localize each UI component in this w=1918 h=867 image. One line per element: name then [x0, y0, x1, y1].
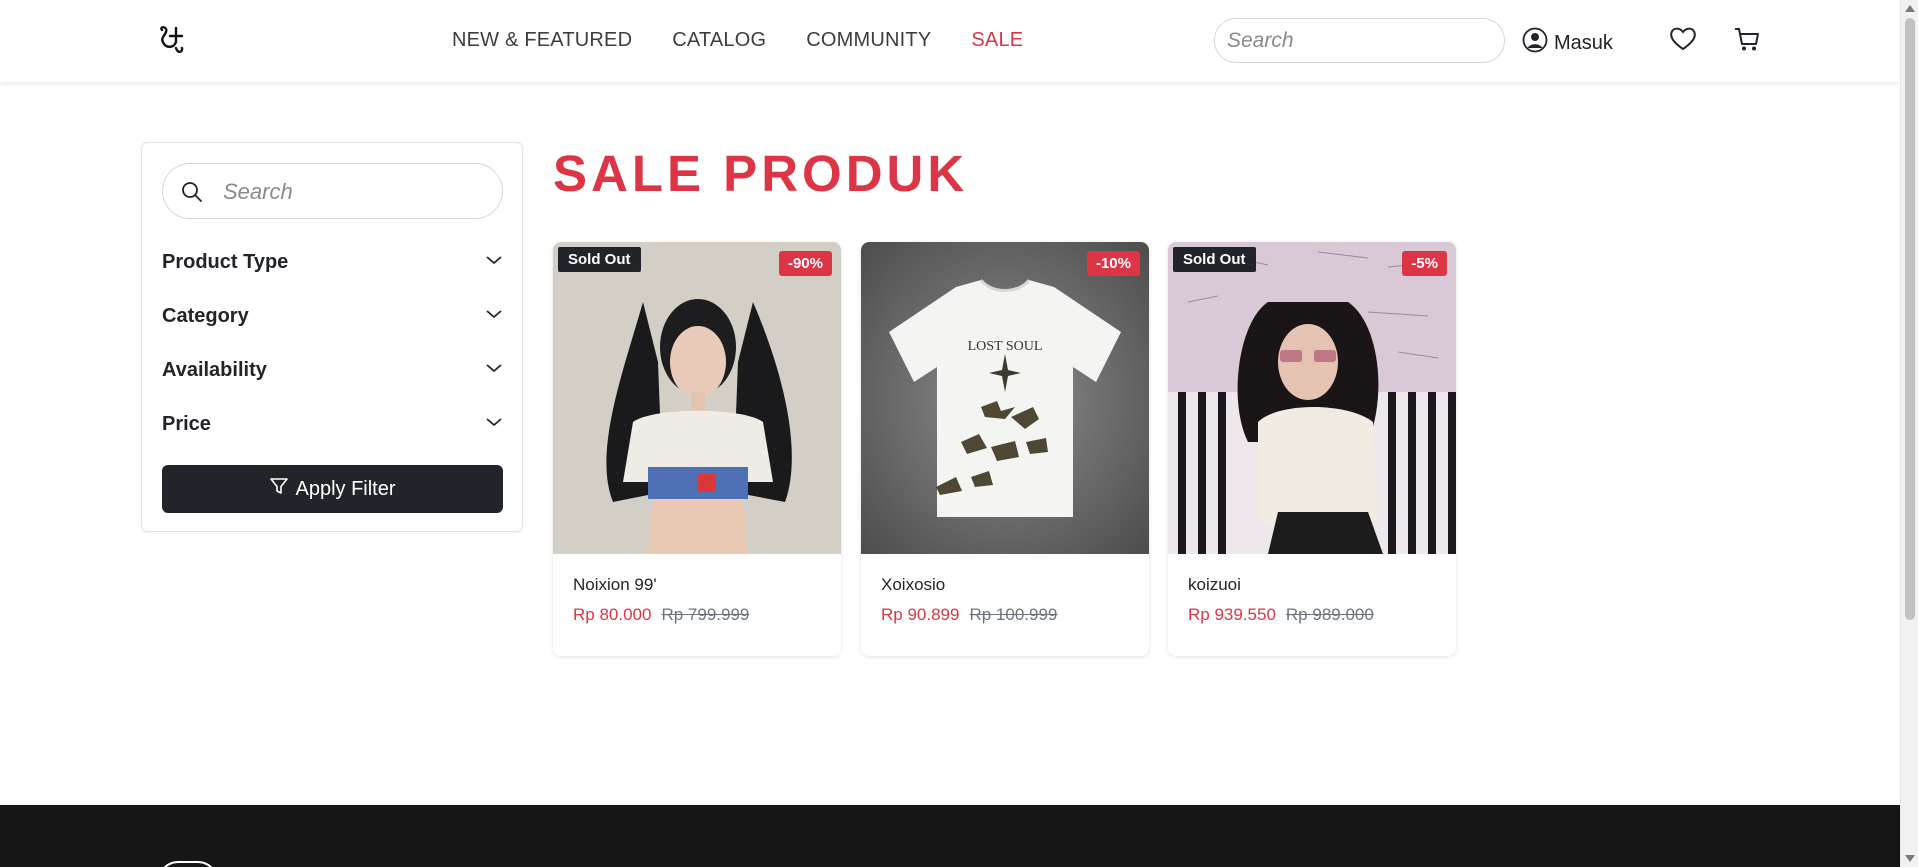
product-card[interactable]: Sold Out -5% koizuoi Rp 939.550 Rp 989.0… [1168, 242, 1456, 656]
filter-search-box[interactable] [162, 163, 503, 219]
scroll-down-arrow-icon[interactable] [1905, 855, 1915, 862]
filter-availability[interactable]: Availability [162, 355, 503, 385]
product-prices: Rp 80.000 Rp 799.999 [573, 605, 749, 625]
filter-sidebar: Product Type Category Availability Price… [141, 142, 523, 532]
filter-funnel-icon [269, 476, 289, 502]
sold-out-badge: Sold Out [558, 247, 641, 272]
sale-price: Rp 939.550 [1188, 605, 1276, 624]
product-prices: Rp 939.550 Rp 989.000 [1188, 605, 1374, 625]
cart-button[interactable] [1732, 26, 1762, 56]
sold-out-badge: Sold Out [1173, 247, 1256, 272]
filter-label: Category [162, 304, 249, 327]
sale-price: Rp 80.000 [573, 605, 652, 624]
filter-product-type[interactable]: Product Type [162, 247, 503, 277]
nav-community[interactable]: COMMUNITY [806, 29, 931, 52]
original-price: Rp 799.999 [661, 605, 750, 624]
site-footer [0, 805, 1900, 867]
original-price: Rp 100.999 [969, 605, 1058, 624]
product-image[interactable]: Sold Out -5% [1168, 242, 1456, 554]
sale-price: Rp 90.899 [881, 605, 960, 624]
nav-sale[interactable]: SALE [971, 29, 1023, 52]
product-image[interactable]: LOST SOUL -10% [861, 242, 1149, 554]
main-nav: NEW & FEATURED CATALOG COMMUNITY SALE [452, 29, 1023, 52]
product-card[interactable]: Sold Out -90% Noixion 99' Rp 80.000 Rp 7… [553, 242, 841, 656]
svg-text:LOST SOUL: LOST SOUL [968, 339, 1043, 354]
page-title: SALE PRODUK [553, 145, 969, 202]
chevron-down-icon [485, 361, 503, 379]
apply-filter-label: Apply Filter [295, 477, 396, 500]
product-image[interactable]: Sold Out -90% [553, 242, 841, 554]
product-card[interactable]: LOST SOUL -10% Xoixosio Rp 90.899 Rp 100… [861, 242, 1149, 656]
chevron-down-icon [485, 415, 503, 433]
filter-category[interactable]: Category [162, 301, 503, 331]
discount-badge: -10% [1086, 251, 1140, 276]
scrollbar-thumb[interactable] [1905, 18, 1915, 620]
chevron-down-icon [485, 253, 503, 271]
chevron-down-icon [485, 307, 503, 325]
filter-search-input[interactable] [223, 174, 483, 210]
product-prices: Rp 90.899 Rp 100.999 [881, 605, 1057, 625]
site-header: NEW & FEATURED CATALOG COMMUNITY SALE Ma… [0, 0, 1900, 82]
product-name[interactable]: Xoixosio [881, 575, 945, 595]
filter-label: Price [162, 412, 211, 435]
heart-icon [1669, 26, 1697, 57]
footer-logo-icon [158, 861, 218, 867]
nav-new-featured[interactable]: NEW & FEATURED [452, 29, 632, 52]
page-scrollbar[interactable] [1900, 0, 1918, 867]
search-icon [181, 181, 203, 203]
discount-badge: -90% [778, 251, 832, 276]
header-search-input[interactable] [1214, 18, 1505, 63]
filter-label: Product Type [162, 250, 289, 273]
filter-label: Availability [162, 358, 267, 381]
discount-badge: -5% [1402, 251, 1447, 276]
scroll-up-arrow-icon[interactable] [1905, 5, 1915, 12]
nav-catalog[interactable]: CATALOG [672, 29, 766, 52]
product-name[interactable]: Noixion 99' [573, 575, 657, 595]
login-button[interactable]: Masuk [1522, 27, 1613, 59]
cart-icon [1733, 25, 1761, 58]
user-circle-icon [1522, 27, 1548, 59]
wishlist-button[interactable] [1668, 26, 1698, 56]
product-name[interactable]: koizuoi [1188, 575, 1241, 595]
apply-filter-button[interactable]: Apply Filter [162, 465, 503, 513]
brand-logo-icon[interactable] [156, 24, 186, 58]
original-price: Rp 989.000 [1285, 605, 1374, 624]
filter-price[interactable]: Price [162, 409, 503, 439]
login-label: Masuk [1554, 31, 1613, 54]
